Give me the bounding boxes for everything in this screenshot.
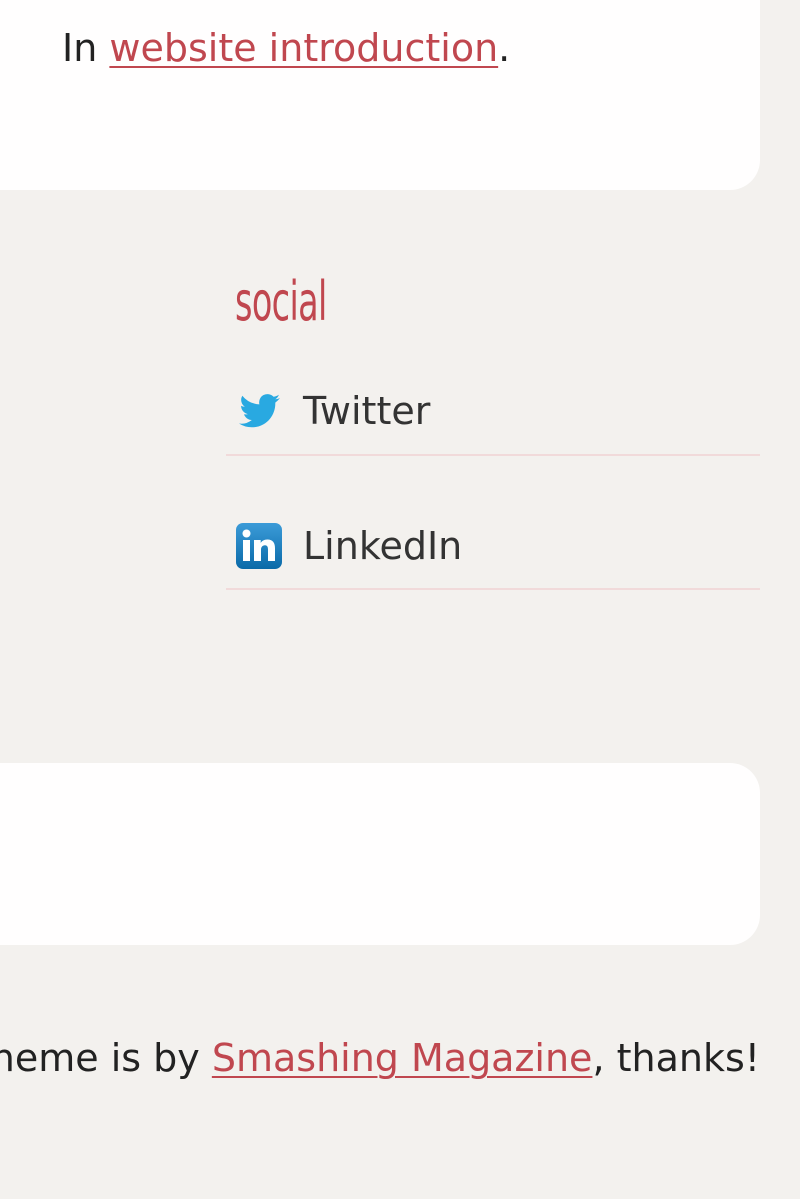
- smashing-magazine-link[interactable]: Smashing Magazine: [212, 1036, 593, 1080]
- content-card: [0, 763, 760, 945]
- social-item-twitter[interactable]: Twitter: [226, 368, 760, 456]
- linkedin-label: LinkedIn: [303, 524, 463, 568]
- linkedin-icon: [236, 523, 282, 569]
- page: In website introduction. social Twitter …: [0, 0, 800, 1199]
- post-category-line: In website introduction.: [62, 26, 510, 70]
- footer-suffix: , thanks!: [592, 1036, 760, 1080]
- twitter-bird-icon: [239, 394, 280, 428]
- footer-credit: theme is by Smashing Magazine, thanks!: [0, 1036, 760, 1080]
- category-link[interactable]: website introduction: [109, 26, 498, 70]
- twitter-label: Twitter: [303, 389, 431, 433]
- social-item-linkedin[interactable]: LinkedIn: [226, 504, 760, 590]
- author-link[interactable]: [114, 0, 432, 8]
- post-author-line: [62, 0, 432, 17]
- footer-prefix: theme is by: [0, 1036, 200, 1080]
- category-prefix: In: [62, 26, 98, 70]
- social-widget-title: social: [235, 270, 327, 333]
- category-suffix: .: [498, 26, 511, 70]
